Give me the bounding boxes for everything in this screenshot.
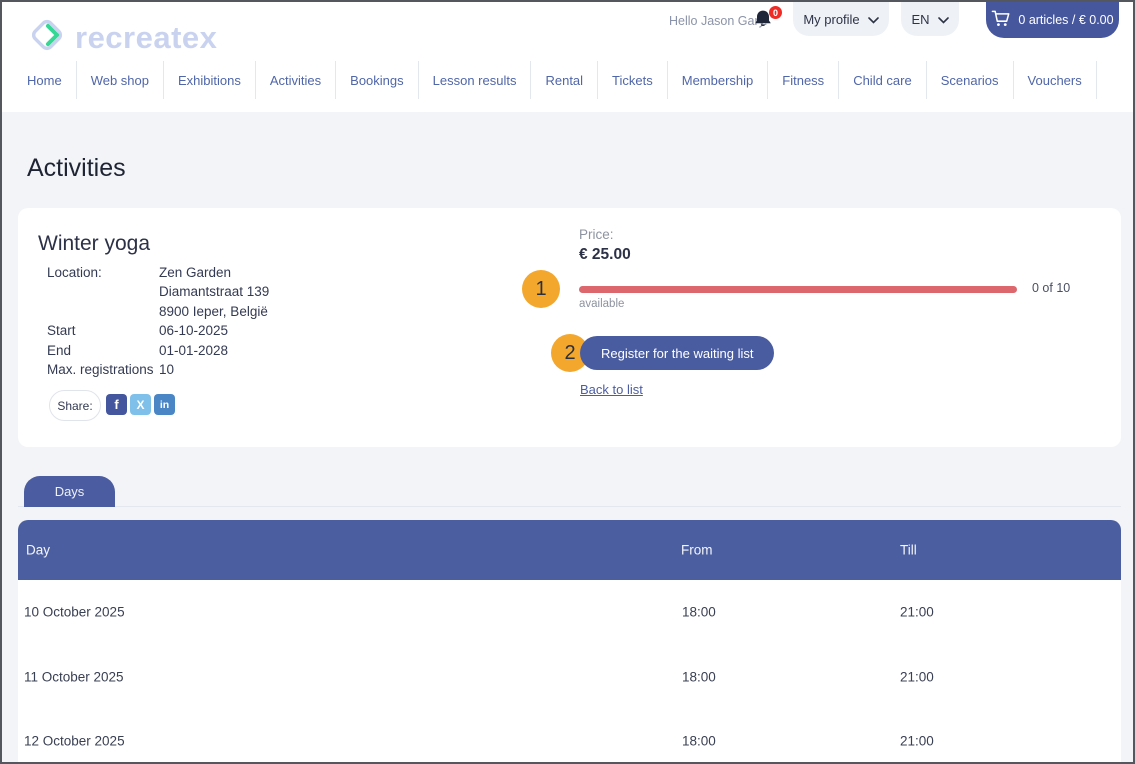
- table-row: 11 October 2025 18:00 21:00: [18, 645, 1121, 710]
- availability-caption: available: [579, 298, 624, 310]
- cart-button[interactable]: 0 articles / € 0.00: [986, 2, 1119, 38]
- price-label: Price:: [579, 227, 614, 242]
- cell-day: 10 October 2025: [24, 605, 125, 620]
- annotation-marker-1: 1: [522, 270, 560, 308]
- availability-progress-bar: [579, 286, 1017, 293]
- language-selector[interactable]: EN: [901, 2, 959, 36]
- nav-item-web-shop[interactable]: Web shop: [77, 61, 164, 99]
- facebook-icon[interactable]: f: [106, 394, 127, 415]
- main-nav: Home Web shop Exhibitions Activities Boo…: [27, 61, 1097, 99]
- activity-name: Winter yoga: [38, 232, 150, 256]
- availability-progress-fill: [579, 286, 1017, 293]
- end-label: End: [47, 341, 159, 360]
- nav-item-fitness[interactable]: Fitness: [768, 61, 839, 99]
- recreatex-logo[interactable]: recreatex: [26, 14, 217, 61]
- nav-item-rental[interactable]: Rental: [531, 61, 598, 99]
- nav-item-vouchers[interactable]: Vouchers: [1014, 61, 1097, 99]
- column-header-from: From: [681, 543, 713, 558]
- share-icons: f X in: [106, 394, 175, 415]
- max-registrations-label: Max. registrations: [47, 360, 159, 379]
- column-header-day: Day: [26, 543, 50, 558]
- top-bar: recreatex Hello Jason Gary. 0 My profile…: [2, 2, 1133, 112]
- nav-item-lesson-results[interactable]: Lesson results: [419, 61, 532, 99]
- start-label: Start: [47, 321, 159, 340]
- table-row: 12 October 2025 18:00 21:00: [18, 709, 1121, 764]
- availability-ratio: 0 of 10: [1032, 281, 1070, 295]
- x-twitter-icon[interactable]: X: [130, 394, 151, 415]
- days-table-body: 10 October 2025 18:00 21:00 11 October 2…: [18, 580, 1121, 764]
- price-value: € 25.00: [579, 246, 631, 264]
- my-profile-label: My profile: [803, 12, 859, 27]
- my-profile-button[interactable]: My profile: [793, 2, 889, 36]
- language-label: EN: [911, 12, 929, 27]
- end-value: 01-01-2028: [159, 341, 269, 360]
- logo-text: recreatex: [75, 20, 217, 56]
- tab-days[interactable]: Days: [24, 476, 115, 507]
- chevron-down-icon: [938, 12, 949, 27]
- notifications-bell[interactable]: 0: [751, 8, 779, 36]
- column-header-till: Till: [900, 543, 917, 558]
- nav-item-membership[interactable]: Membership: [668, 61, 769, 99]
- max-registrations-value: 10: [159, 360, 269, 379]
- table-row: 10 October 2025 18:00 21:00: [18, 580, 1121, 645]
- cell-till: 21:00: [900, 605, 934, 620]
- nav-item-exhibitions[interactable]: Exhibitions: [164, 61, 256, 99]
- nav-item-home[interactable]: Home: [27, 61, 77, 99]
- cart-icon: [991, 10, 1010, 30]
- chevron-down-icon: [868, 12, 879, 27]
- page-title: Activities: [27, 154, 126, 183]
- location-line: Diamantstraat 139: [159, 282, 269, 301]
- tab-divider: [18, 506, 1121, 507]
- cell-day: 11 October 2025: [24, 669, 124, 684]
- app-window: recreatex Hello Jason Gary. 0 My profile…: [0, 0, 1135, 764]
- nav-item-tickets[interactable]: Tickets: [598, 61, 668, 99]
- cell-till: 21:00: [900, 734, 934, 749]
- location-line: Zen Garden: [159, 263, 269, 282]
- nav-item-child-care[interactable]: Child care: [839, 61, 927, 99]
- back-to-list-link[interactable]: Back to list: [580, 382, 643, 397]
- cell-from: 18:00: [682, 605, 716, 620]
- nav-item-scenarios[interactable]: Scenarios: [927, 61, 1014, 99]
- activity-card: Winter yoga Location: Zen Garden Diamant…: [18, 208, 1121, 447]
- register-waiting-list-button[interactable]: Register for the waiting list: [580, 336, 774, 370]
- cart-label: 0 articles / € 0.00: [1018, 13, 1113, 27]
- nav-item-bookings[interactable]: Bookings: [336, 61, 418, 99]
- cell-till: 21:00: [900, 669, 934, 684]
- cell-day: 12 October 2025: [24, 734, 125, 749]
- logo-diamond-icon: [26, 14, 68, 61]
- share-label: Share:: [49, 390, 101, 421]
- linkedin-icon[interactable]: in: [154, 394, 175, 415]
- activity-details: Location: Zen Garden Diamantstraat 139 8…: [47, 263, 269, 379]
- location-line: 8900 Ieper, België: [159, 302, 269, 321]
- cell-from: 18:00: [682, 669, 716, 684]
- start-value: 06-10-2025: [159, 321, 269, 340]
- location-label: Location:: [47, 263, 159, 282]
- days-table-header: Day From Till: [18, 520, 1121, 580]
- cell-from: 18:00: [682, 734, 716, 749]
- nav-item-activities[interactable]: Activities: [256, 61, 336, 99]
- notification-badge: 0: [769, 6, 782, 19]
- bell-icon: [751, 19, 775, 36]
